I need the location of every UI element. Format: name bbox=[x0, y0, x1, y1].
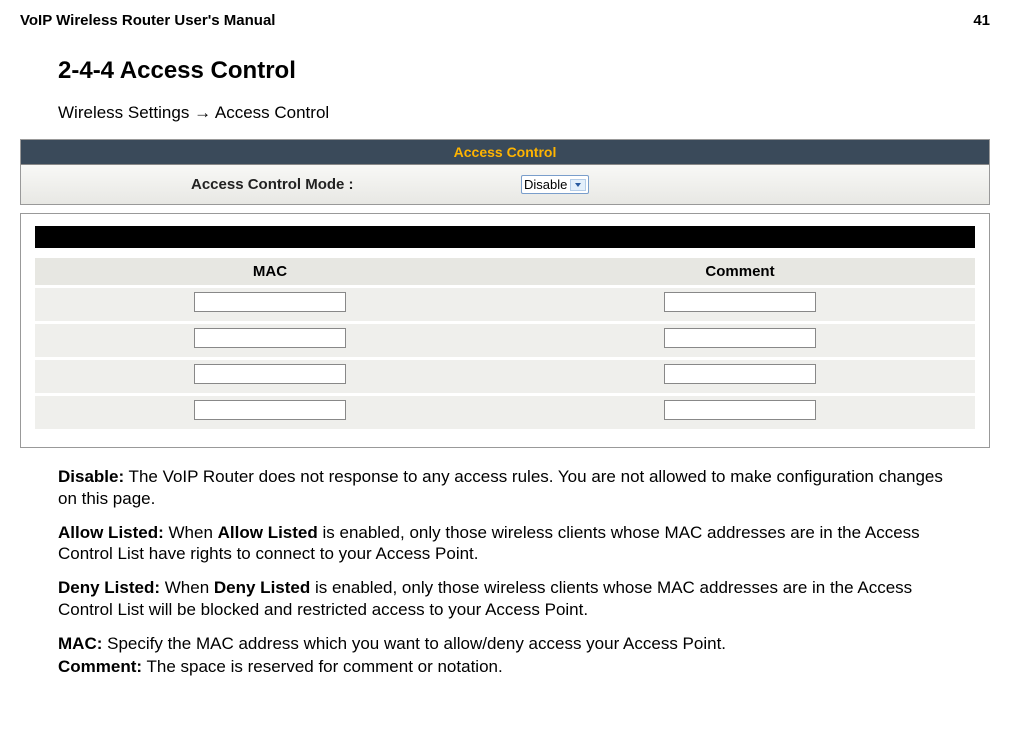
def-text: When bbox=[164, 523, 218, 542]
panel-title: Access Control bbox=[21, 140, 989, 165]
def-text: The space is reserved for comment or not… bbox=[142, 657, 503, 676]
breadcrumb-part-2: Access Control bbox=[215, 103, 329, 122]
acl-table-panel: MAC Comment bbox=[20, 213, 990, 448]
table-row bbox=[35, 396, 975, 429]
mac-input[interactable] bbox=[194, 364, 346, 384]
definition-deny: Deny Listed: When Deny Listed is enabled… bbox=[58, 577, 952, 621]
comment-input[interactable] bbox=[664, 364, 816, 384]
mac-input[interactable] bbox=[194, 328, 346, 348]
definition-mac: MAC: Specify the MAC address which you w… bbox=[58, 633, 952, 655]
def-text: Specify the MAC address which you want t… bbox=[102, 634, 726, 653]
mac-input[interactable] bbox=[194, 292, 346, 312]
def-label: Comment: bbox=[58, 657, 142, 676]
def-label: MAC: bbox=[58, 634, 102, 653]
mac-input[interactable] bbox=[194, 400, 346, 420]
col-header-comment: Comment bbox=[505, 258, 975, 285]
access-control-panel: Access Control Access Control Mode : Dis… bbox=[20, 139, 990, 205]
def-text: The VoIP Router does not response to any… bbox=[58, 467, 943, 508]
def-label: Allow Listed: bbox=[58, 523, 164, 542]
chevron-down-icon bbox=[570, 179, 586, 191]
def-text-bold: Allow Listed bbox=[218, 523, 318, 542]
mode-select-value: Disable bbox=[524, 177, 567, 192]
section-heading: 2-4-4 Access Control bbox=[58, 57, 952, 85]
table-row bbox=[35, 360, 975, 393]
comment-input[interactable] bbox=[664, 328, 816, 348]
table-header-bar bbox=[35, 226, 975, 248]
def-label: Deny Listed: bbox=[58, 578, 160, 597]
definition-comment: Comment: The space is reserved for comme… bbox=[58, 656, 952, 678]
breadcrumb-arrow-icon: → bbox=[194, 103, 211, 122]
def-label: Disable: bbox=[58, 467, 124, 486]
mode-label: Access Control Mode : bbox=[191, 176, 521, 193]
mode-select[interactable]: Disable bbox=[521, 175, 589, 194]
col-header-mac: MAC bbox=[35, 258, 505, 285]
comment-input[interactable] bbox=[664, 292, 816, 312]
breadcrumb-part-1: Wireless Settings bbox=[58, 103, 189, 122]
definition-allow: Allow Listed: When Allow Listed is enabl… bbox=[58, 522, 952, 566]
definition-disable: Disable: The VoIP Router does not respon… bbox=[58, 466, 952, 510]
comment-input[interactable] bbox=[664, 400, 816, 420]
manual-title: VoIP Wireless Router User's Manual bbox=[20, 12, 275, 29]
def-text: When bbox=[160, 578, 214, 597]
def-text-bold: Deny Listed bbox=[214, 578, 310, 597]
breadcrumb: Wireless Settings → Access Control bbox=[58, 103, 952, 123]
acl-table: MAC Comment bbox=[35, 258, 975, 429]
table-row bbox=[35, 288, 975, 321]
page-number: 41 bbox=[973, 12, 990, 29]
table-row bbox=[35, 324, 975, 357]
